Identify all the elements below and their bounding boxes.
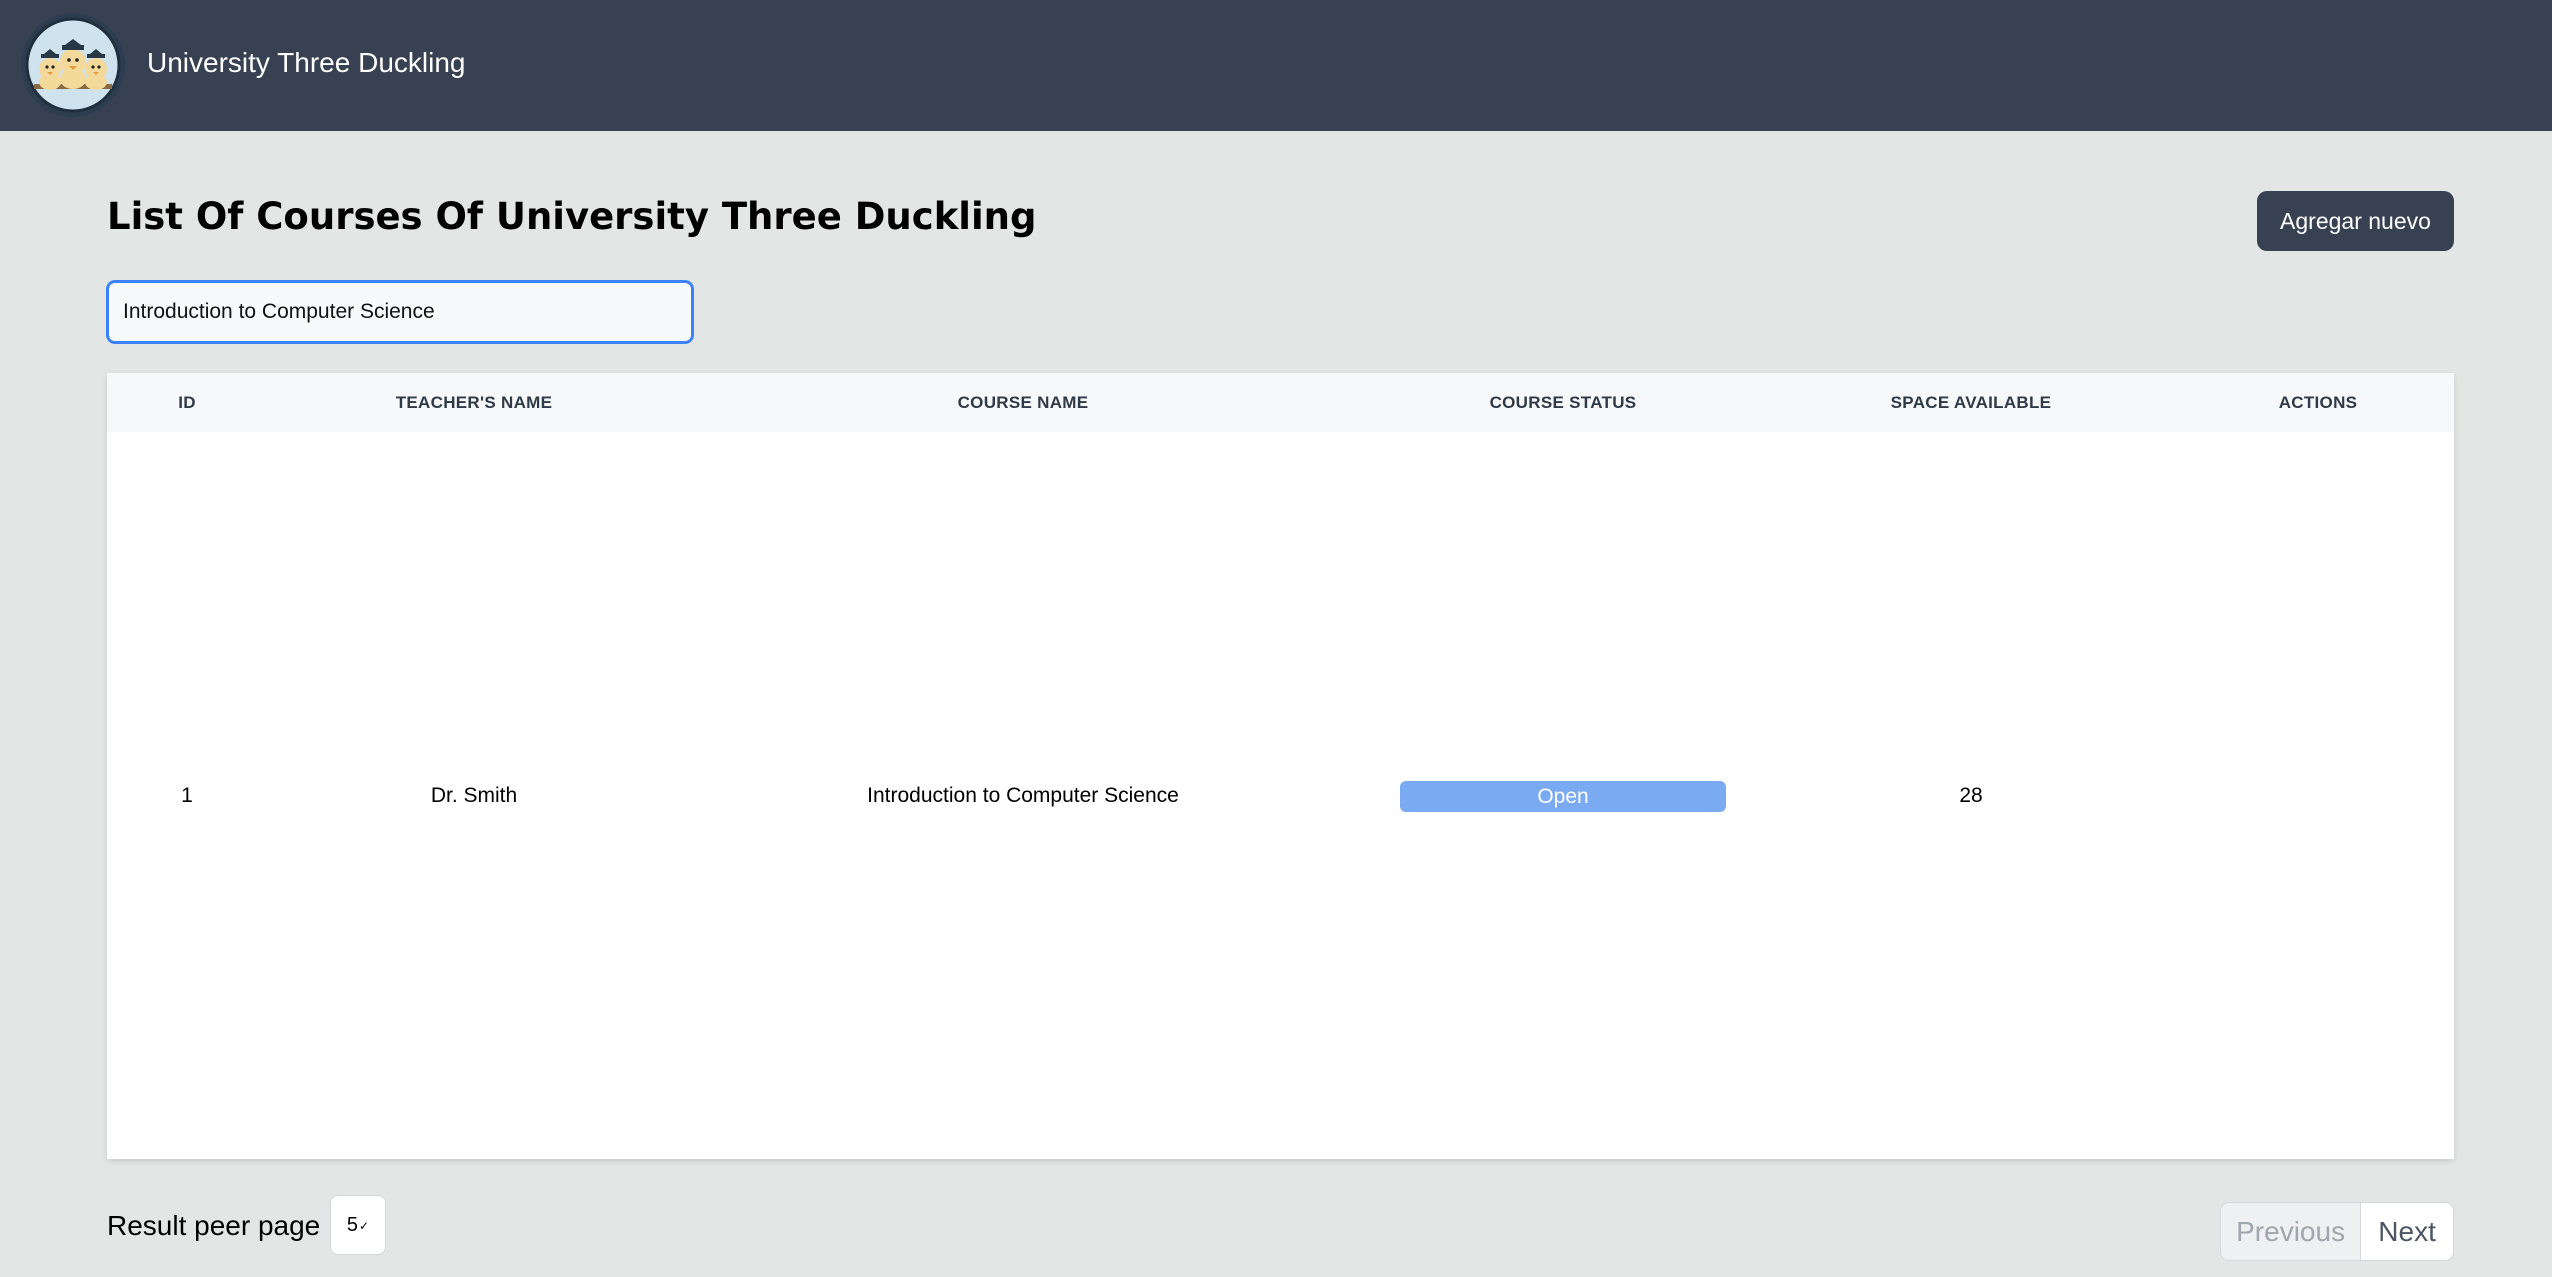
add-new-button[interactable]: Agregar nuevo bbox=[2257, 191, 2454, 251]
search-input[interactable] bbox=[106, 280, 694, 344]
top-navbar: University Three Duckling bbox=[0, 0, 2552, 131]
cell-id: 1 bbox=[181, 784, 193, 807]
column-header-course-name: COURSE NAME bbox=[957, 393, 1089, 412]
courses-table: ID TEACHER'S NAME COURSE NAME COURSE STA… bbox=[107, 373, 2454, 1159]
cell-course-name: Introduction to Computer Science bbox=[867, 784, 1179, 807]
status-badge: Open bbox=[1400, 781, 1726, 812]
cell-space-available: 28 bbox=[1959, 784, 1983, 807]
column-header-space-available: SPACE AVAILABLE bbox=[1890, 393, 2052, 412]
page-title: List Of Courses Of University Three Duck… bbox=[107, 195, 1037, 238]
results-per-page-label: Result peer page bbox=[107, 1210, 321, 1241]
column-header-course-status: COURSE STATUS bbox=[1489, 393, 1637, 412]
table-header: ID TEACHER'S NAME COURSE NAME COURSE STA… bbox=[107, 373, 2454, 432]
next-page-button[interactable]: Next bbox=[2361, 1203, 2453, 1260]
cell-teacher-name: Dr. Smith bbox=[430, 784, 518, 807]
previous-page-button[interactable]: Previous bbox=[2221, 1203, 2362, 1260]
pagination: Previous Next bbox=[2220, 1202, 2454, 1261]
column-header-id: ID bbox=[178, 393, 196, 412]
column-header-actions: ACTIONS bbox=[2278, 393, 2358, 412]
results-per-page-select[interactable]: 5 ✓ bbox=[330, 1195, 386, 1255]
column-header-teacher: TEACHER'S NAME bbox=[395, 393, 553, 412]
brand-name[interactable]: University Three Duckling bbox=[147, 46, 466, 80]
results-per-page-value: 5 bbox=[346, 1213, 359, 1236]
chevron-down-icon: ✓ bbox=[359, 1219, 370, 1233]
duckling-graduates-logo[interactable] bbox=[20, 12, 126, 118]
